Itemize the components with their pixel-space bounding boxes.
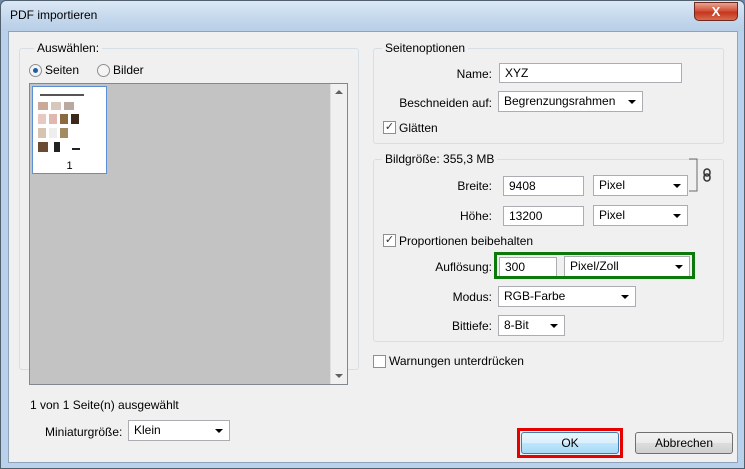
title-bar: PDF importieren X: [1, 1, 744, 31]
constrain-proportions-label[interactable]: Proportionen beibehalten: [399, 234, 533, 248]
crop-value: Begrenzungsrahmen: [504, 94, 616, 108]
scroll-down-icon[interactable]: [335, 374, 343, 378]
close-button[interactable]: X: [694, 2, 738, 21]
pdf-import-dialog: PDF importieren X Auswählen: Seiten Bild…: [0, 0, 745, 469]
thumbnail-size-select[interactable]: Klein: [128, 420, 230, 441]
width-value: 9408: [509, 179, 536, 193]
selection-status: 1 von 1 Seite(n) ausgewählt: [30, 398, 179, 412]
suppress-warnings-label[interactable]: Warnungen unterdrücken: [389, 354, 524, 368]
thumbnail-page-number: 1: [66, 160, 73, 172]
height-unit-value: Pixel: [599, 208, 626, 222]
width-unit-value: Pixel: [599, 178, 626, 192]
ok-highlight-box: [517, 428, 623, 458]
thumbnail-page-image: [36, 90, 92, 163]
radio-images-label[interactable]: Bilder: [113, 63, 144, 77]
thumbnail-size-value: Klein: [134, 423, 161, 437]
scroll-up-icon[interactable]: [335, 90, 343, 94]
width-label: Breite:: [457, 179, 492, 193]
chevron-down-icon: [215, 429, 223, 433]
resolution-label: Auflösung:: [435, 260, 492, 274]
chevron-down-icon: [628, 100, 636, 104]
window-title: PDF importieren: [10, 8, 98, 22]
smooth-checkbox[interactable]: ✓: [383, 121, 396, 134]
height-value: 13200: [509, 209, 543, 223]
crop-select[interactable]: Begrenzungsrahmen: [498, 91, 643, 112]
chevron-down-icon: [550, 324, 558, 328]
name-value: XYZ: [505, 66, 529, 80]
name-label: Name:: [456, 67, 492, 81]
constrain-proportions-checkbox[interactable]: ✓: [383, 234, 396, 247]
bit-depth-select[interactable]: 8-Bit: [498, 315, 565, 336]
height-field[interactable]: 13200: [503, 206, 584, 226]
chain-link-icon[interactable]: [687, 157, 715, 193]
cancel-button[interactable]: Abbrechen: [635, 432, 733, 454]
radio-images[interactable]: [97, 64, 110, 77]
page-preview-list[interactable]: 1: [29, 83, 348, 385]
page-thumbnail[interactable]: 1: [32, 86, 107, 174]
bit-depth-label: Bittiefe:: [451, 319, 492, 333]
mode-label: Modus:: [452, 290, 492, 304]
smooth-label[interactable]: Glätten: [399, 121, 438, 135]
width-unit-select[interactable]: Pixel: [593, 175, 688, 196]
preview-scrollbar[interactable]: [330, 84, 347, 384]
crop-label: Beschneiden auf:: [399, 96, 492, 110]
mode-select[interactable]: RGB-Farbe: [498, 286, 636, 307]
width-field[interactable]: 9408: [503, 176, 584, 196]
height-unit-select[interactable]: Pixel: [593, 205, 688, 226]
select-group-label: Auswählen:: [34, 41, 103, 55]
height-label: Höhe:: [459, 209, 492, 223]
name-field[interactable]: XYZ: [499, 63, 682, 83]
radio-pages[interactable]: [29, 64, 42, 77]
mode-value: RGB-Farbe: [504, 289, 566, 303]
chevron-down-icon: [673, 214, 681, 218]
resolution-highlight-box: [494, 252, 695, 279]
chevron-down-icon: [673, 184, 681, 188]
thumbnail-size-label: Miniaturgröße:: [45, 425, 123, 439]
chevron-down-icon: [621, 295, 629, 299]
bit-depth-value: 8-Bit: [504, 318, 529, 332]
suppress-warnings-checkbox[interactable]: [373, 355, 386, 368]
page-options-label: Seitenoptionen: [382, 41, 469, 55]
image-size-label: Bildgröße: 355,3 MB: [382, 152, 498, 166]
radio-pages-label[interactable]: Seiten: [45, 63, 79, 77]
